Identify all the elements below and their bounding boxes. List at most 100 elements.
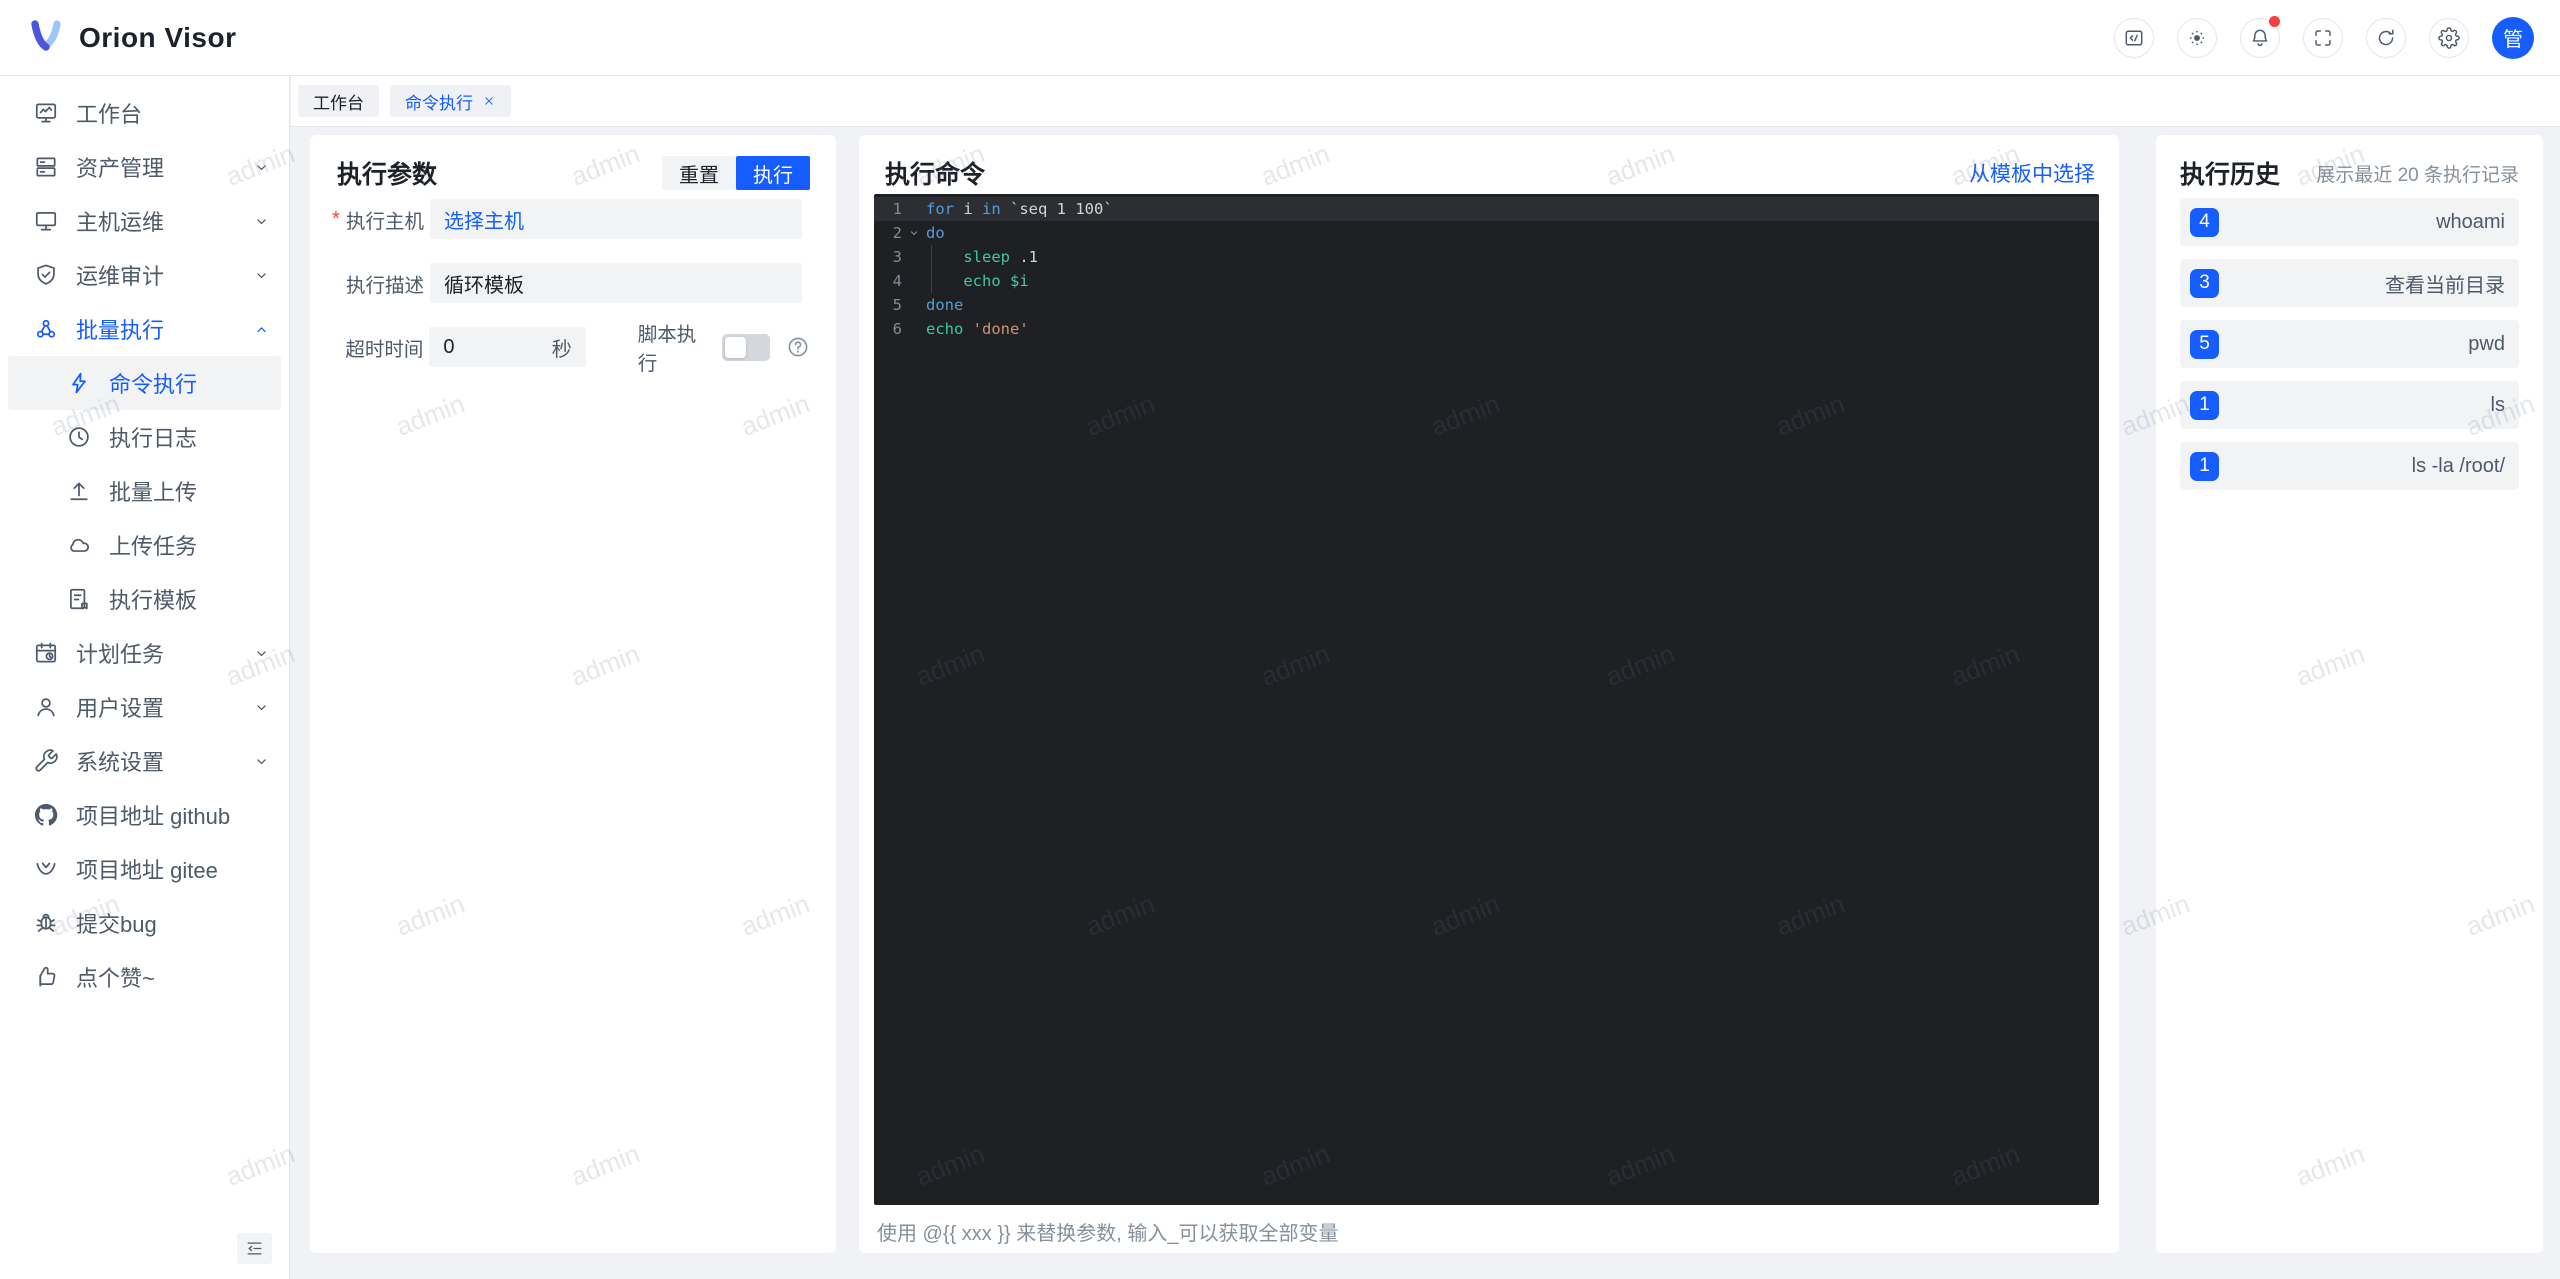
sidebar-collapse-button[interactable]: [237, 1233, 272, 1264]
history-item[interactable]: 1 ls -la /root/: [2180, 442, 2519, 490]
exec-params-panel: 执行参数 重置 执行 * 执行主机 选择主机 执行描述 循环模板 超时时间 0: [310, 135, 836, 1253]
notification-dot: [2269, 15, 2280, 27]
code-line: 3 sleep .1: [874, 245, 2099, 269]
script-exec-label: 脚本执行: [637, 324, 697, 375]
sidebar-item-exec-log[interactable]: 执行日志: [0, 410, 289, 464]
tab-command-exec[interactable]: 命令执行: [390, 85, 511, 117]
code-text: done: [926, 296, 964, 314]
desc-input-value: 循环模板: [444, 274, 524, 297]
reset-button[interactable]: 重置: [662, 156, 736, 190]
chevron-down-icon: [252, 158, 271, 177]
app-title: Orion Visor: [79, 21, 237, 53]
batch-upload-icon: [66, 478, 92, 504]
sidebar-item-upload-task[interactable]: 上传任务: [0, 518, 289, 572]
close-icon[interactable]: [482, 94, 496, 108]
exec-count-badge: 5: [2190, 329, 2219, 359]
select-host-link[interactable]: 选择主机: [444, 205, 524, 234]
sidebar: 工作台资产管理主机运维运维审计批量执行命令执行执行日志 批量上传 上传任务 执行模板计…: [0, 76, 290, 1279]
line-number: 6: [892, 320, 902, 338]
history-item[interactable]: 4 whoami: [2180, 198, 2519, 246]
fullscreen-icon: [2312, 27, 2334, 49]
timeout-input-value: 0: [443, 335, 455, 358]
line-number: 2: [892, 224, 902, 242]
bell-button[interactable]: [2240, 15, 2280, 58]
sidebar-item-label: 系统设置: [76, 750, 165, 775]
sidebar-item-batch-exec[interactable]: 批量执行: [0, 302, 289, 356]
sidebar-item-schedule-task[interactable]: 计划任务: [0, 626, 289, 680]
sidebar-item-github[interactable]: 项目地址 github: [0, 788, 289, 842]
sidebar-item-ops-audit[interactable]: 运维审计: [0, 248, 289, 302]
chevron-up-icon: [252, 320, 271, 339]
exec-template-icon: [66, 586, 92, 612]
sidebar-item-exec-template[interactable]: 执行模板: [0, 572, 289, 626]
gitee-icon: [33, 856, 59, 882]
sidebar-item-label: 运维审计: [76, 264, 165, 289]
fullscreen-button[interactable]: [2303, 17, 2343, 58]
sidebar-item-label: 主机运维: [76, 210, 165, 235]
sidebar-item-user-settings[interactable]: 用户设置: [0, 680, 289, 734]
desc-input[interactable]: 循环模板: [430, 263, 802, 303]
command-exec-icon: [66, 370, 92, 396]
code-button[interactable]: [2114, 17, 2154, 58]
sidebar-item-label: 点个赞~: [76, 966, 155, 991]
code-text: echo 'done': [926, 320, 1029, 338]
exec-command-header: 执行命令 从模板中选择: [885, 155, 2095, 191]
schedule-icon: [33, 640, 59, 666]
question-circle-icon[interactable]: [786, 335, 810, 359]
code-text: do: [926, 224, 945, 242]
script-exec-toggle[interactable]: [722, 333, 771, 361]
tab-workbench[interactable]: 工作台: [298, 85, 379, 117]
sidebar-item-workbench[interactable]: 工作台: [0, 86, 289, 140]
code-icon: [2123, 27, 2145, 49]
upload-task-icon: [66, 532, 92, 558]
topbar-actions: 管: [2114, 15, 2534, 59]
bug-icon: [33, 910, 59, 936]
history-item[interactable]: 3 查看当前目录: [2180, 259, 2519, 307]
sidebar-item-label: 用户设置: [76, 696, 165, 721]
exec-command-title: 执行命令: [885, 161, 986, 189]
sidebar-item-command-exec[interactable]: 命令执行: [8, 356, 281, 410]
user-avatar[interactable]: 管: [2492, 16, 2534, 59]
sidebar-item-label: 工作台: [76, 102, 143, 127]
history-item[interactable]: 1 ls: [2180, 381, 2519, 429]
brightness-button[interactable]: [2177, 17, 2217, 58]
select-from-template-link[interactable]: 从模板中选择: [1969, 158, 2095, 188]
command-code-editor[interactable]: 1 for i in `seq 1 100` 2 do 3 sleep .1 4 echo…: [874, 194, 2099, 1205]
sidebar-item-gitee[interactable]: 项目地址 gitee: [0, 842, 289, 896]
code-lines: 1 for i in `seq 1 100` 2 do 3 sleep .1 4 echo…: [874, 197, 2099, 341]
line-number: 1: [892, 200, 902, 218]
timeout-input[interactable]: 0 秒: [429, 327, 586, 367]
sidebar-item-label: 命令执行: [109, 372, 198, 397]
sidebar-item-asset-mgmt[interactable]: 资产管理: [0, 140, 289, 194]
history-command: ls -la /root/: [2411, 454, 2505, 477]
run-button[interactable]: 执行: [736, 156, 810, 190]
fold-icon[interactable]: [907, 226, 921, 240]
sidebar-item-bug-report[interactable]: 提交bug: [0, 896, 289, 950]
refresh-button[interactable]: [2366, 17, 2406, 58]
sidebar-item-batch-upload[interactable]: 批量上传: [0, 464, 289, 518]
tab-label: 命令执行: [405, 93, 473, 113]
exec-history-panel: 执行历史 展示最近 20 条执行记录 4 whoami 3 查看当前目录 5 pwd 1 ls…: [2156, 135, 2543, 1253]
history-list: 4 whoami 3 查看当前目录 5 pwd 1 ls 1 ls -la /root/: [2180, 198, 2519, 503]
sidebar-item-like[interactable]: 点个赞~: [0, 950, 289, 1004]
fold-gutter: [902, 226, 926, 240]
code-line: 1 for i in `seq 1 100`: [874, 197, 2099, 221]
settings-button[interactable]: [2429, 17, 2469, 58]
code-line: 4 echo $i: [874, 269, 2099, 293]
sidebar-item-label: 批量执行: [76, 318, 165, 343]
indent-guide: [931, 245, 932, 269]
exec-log-icon: [66, 424, 92, 450]
sidebar-menu: 工作台资产管理主机运维运维审计批量执行命令执行执行日志 批量上传 上传任务 执行模板计…: [0, 76, 289, 1004]
select-host-input[interactable]: 选择主机: [430, 199, 802, 239]
host-field-row: * 执行主机 选择主机: [332, 199, 810, 239]
code-text: echo $i: [926, 269, 1029, 293]
assets-icon: [33, 154, 59, 180]
history-command: 查看当前目录: [2385, 274, 2505, 297]
sidebar-item-host-ops[interactable]: 主机运维: [0, 194, 289, 248]
sidebar-item-label: 计划任务: [76, 642, 165, 667]
toggle-knob: [725, 336, 747, 358]
tab-label: 工作台: [313, 93, 364, 113]
history-item[interactable]: 5 pwd: [2180, 320, 2519, 368]
sidebar-item-system-settings[interactable]: 系统设置: [0, 734, 289, 788]
like-icon: [33, 964, 59, 990]
